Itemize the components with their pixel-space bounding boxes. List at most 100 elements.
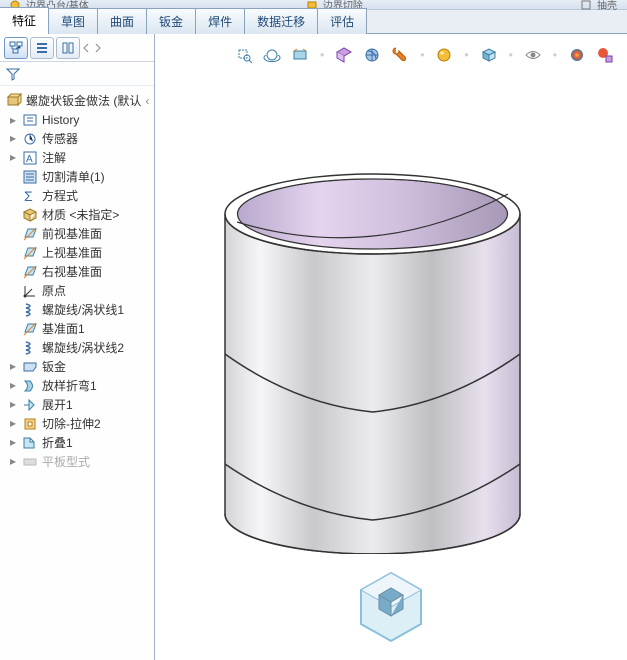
display-style-icon[interactable] bbox=[362, 45, 382, 65]
tree-node-label: 螺旋线/涡状线2 bbox=[42, 339, 124, 356]
tree-node-label: 放样折弯1 bbox=[42, 377, 97, 394]
unfold-icon bbox=[22, 397, 38, 413]
tree-twisty[interactable]: ▸ bbox=[8, 454, 18, 469]
tab-label: 曲面 bbox=[110, 15, 134, 29]
tree-node-label: 原点 bbox=[42, 282, 66, 299]
wrench-icon[interactable] bbox=[390, 45, 410, 65]
flatpattern-icon bbox=[22, 454, 38, 470]
tree-node-label: 折叠1 bbox=[42, 434, 73, 451]
tree-node-15[interactable]: ▸ 展开1 bbox=[4, 395, 154, 414]
tree-twisty[interactable]: ▸ bbox=[8, 416, 18, 431]
tab-evaluate[interactable]: 评估 bbox=[317, 8, 367, 34]
tree-node-7[interactable]: 上视基准面 bbox=[4, 243, 154, 262]
cube-icon[interactable] bbox=[479, 45, 499, 65]
tree-twisty[interactable]: ▸ bbox=[8, 378, 18, 393]
tab-label: 草图 bbox=[61, 15, 85, 29]
tab-weldment[interactable]: 焊件 bbox=[195, 8, 245, 34]
tree-root[interactable]: 螺旋状钣金做法 (默认 ‹ bbox=[4, 90, 154, 111]
look-at-icon[interactable] bbox=[290, 45, 310, 65]
tab-features[interactable]: 特征 bbox=[0, 7, 49, 34]
ribbon-tabs: 特征 草图 曲面 钣金 焊件 数据迁移 评估 bbox=[0, 10, 627, 34]
sidebar-nav-left[interactable] bbox=[82, 43, 92, 53]
tree-node-label: 展开1 bbox=[42, 396, 73, 413]
sensor-icon bbox=[22, 131, 38, 147]
part-icon bbox=[6, 93, 22, 109]
render-settings-icon[interactable] bbox=[595, 45, 615, 65]
tab-label: 特征 bbox=[12, 14, 36, 28]
tree-twisty[interactable]: ▸ bbox=[8, 397, 18, 412]
tree-icon bbox=[9, 41, 23, 55]
sphere-icon[interactable] bbox=[434, 45, 454, 65]
tree-node-6[interactable]: 前视基准面 bbox=[4, 224, 154, 243]
sheetmetal-icon bbox=[22, 359, 38, 375]
tree-node-0[interactable]: ▸History bbox=[4, 111, 154, 129]
tree-twisty[interactable]: ▸ bbox=[8, 359, 18, 374]
sidebar-tabs bbox=[0, 34, 154, 62]
tree-node-label: 基准面1 bbox=[42, 320, 85, 337]
tree-node-1[interactable]: ▸ 传感器 bbox=[4, 129, 154, 148]
tree-node-label: 前视基准面 bbox=[42, 225, 102, 242]
tree-node-label: 上视基准面 bbox=[42, 244, 102, 261]
tree-root-label: 螺旋状钣金做法 (默认 bbox=[26, 92, 141, 109]
tree-twisty[interactable]: ▸ bbox=[8, 131, 18, 146]
watermark-logo bbox=[349, 565, 433, 652]
tree-node-label: 传感器 bbox=[42, 130, 78, 147]
sidebar-tab-feature-tree[interactable] bbox=[4, 37, 28, 59]
filter-row bbox=[0, 62, 154, 86]
tab-datamigration[interactable]: 数据迁移 bbox=[244, 8, 318, 34]
plane-icon bbox=[22, 226, 38, 242]
tree-node-8[interactable]: 右视基准面 bbox=[4, 262, 154, 281]
tab-label: 焊件 bbox=[208, 15, 232, 29]
plane-icon bbox=[22, 264, 38, 280]
model-area[interactable] bbox=[155, 74, 627, 660]
tree-node-label: 切除-拉伸2 bbox=[42, 415, 101, 432]
section-icon[interactable] bbox=[334, 45, 354, 65]
tree-node-17[interactable]: ▸ 折叠1 bbox=[4, 433, 154, 452]
tab-sketch[interactable]: 草图 bbox=[48, 8, 98, 34]
loftbend-icon bbox=[22, 378, 38, 394]
tree-twisty[interactable]: ▸ bbox=[8, 113, 18, 128]
annotate-icon: A bbox=[22, 150, 38, 166]
tree-node-12[interactable]: 螺旋线/涡状线2 bbox=[4, 338, 154, 357]
tree-node-3[interactable]: 切割清单(1) bbox=[4, 167, 154, 186]
tree-node-13[interactable]: ▸ 钣金 bbox=[4, 357, 154, 376]
tree-node-10[interactable]: 螺旋线/涡状线1 bbox=[4, 300, 154, 319]
tree-node-11[interactable]: 基准面1 bbox=[4, 319, 154, 338]
tree-node-14[interactable]: ▸ 放样折弯1 bbox=[4, 376, 154, 395]
graphics-viewport[interactable]: • • • • • bbox=[155, 34, 627, 660]
tree-node-16[interactable]: ▸ 切除-拉伸2 bbox=[4, 414, 154, 433]
plane-icon bbox=[22, 321, 38, 337]
tree-node-label: 螺旋线/涡状线1 bbox=[42, 301, 124, 318]
history-icon bbox=[22, 112, 38, 128]
tree-twisty[interactable]: ▸ bbox=[8, 150, 18, 165]
tree-node-5[interactable]: 材质 <未指定> bbox=[4, 205, 154, 224]
tree-node-9[interactable]: 原点 bbox=[4, 281, 154, 300]
tree-node-label: 钣金 bbox=[42, 358, 66, 375]
tree-node-label: 注解 bbox=[42, 149, 66, 166]
zoom-box-icon[interactable] bbox=[234, 45, 254, 65]
view-toolbar: • • • • • bbox=[155, 40, 627, 70]
svg-text:A: A bbox=[26, 154, 33, 165]
top-far-right-chip: 抽壳 bbox=[581, 0, 617, 12]
sidebar-nav-right[interactable] bbox=[94, 43, 104, 53]
tree-node-label: 材质 <未指定> bbox=[42, 206, 119, 223]
tree-root-chevron[interactable]: ‹ bbox=[145, 94, 149, 108]
tree-twisty[interactable]: ▸ bbox=[8, 435, 18, 450]
eye-icon[interactable] bbox=[523, 45, 543, 65]
tab-surface[interactable]: 曲面 bbox=[97, 8, 147, 34]
tab-sheetmetal[interactable]: 钣金 bbox=[146, 8, 196, 34]
zoom-rotate-icon[interactable] bbox=[262, 45, 282, 65]
shell-icon bbox=[581, 0, 593, 10]
model-cylinder[interactable] bbox=[205, 154, 540, 554]
render-icon[interactable] bbox=[567, 45, 587, 65]
tree-node-4[interactable]: Σ方程式 bbox=[4, 186, 154, 205]
sidebar-tab-config[interactable] bbox=[56, 37, 80, 59]
cutlist-icon bbox=[22, 169, 38, 185]
tree-node-2[interactable]: ▸ A 注解 bbox=[4, 148, 154, 167]
funnel-icon[interactable] bbox=[6, 67, 20, 81]
feature-tree: 螺旋状钣金做法 (默认 ‹ ▸History▸传感器▸A注解切割清单(1)Σ方程… bbox=[0, 86, 154, 660]
feature-manager-panel: 螺旋状钣金做法 (默认 ‹ ▸History▸传感器▸A注解切割清单(1)Σ方程… bbox=[0, 34, 155, 660]
sidebar-tab-property[interactable] bbox=[30, 37, 54, 59]
cutextrude-icon bbox=[22, 416, 38, 432]
tree-node-18[interactable]: ▸平板型式 bbox=[4, 452, 154, 471]
